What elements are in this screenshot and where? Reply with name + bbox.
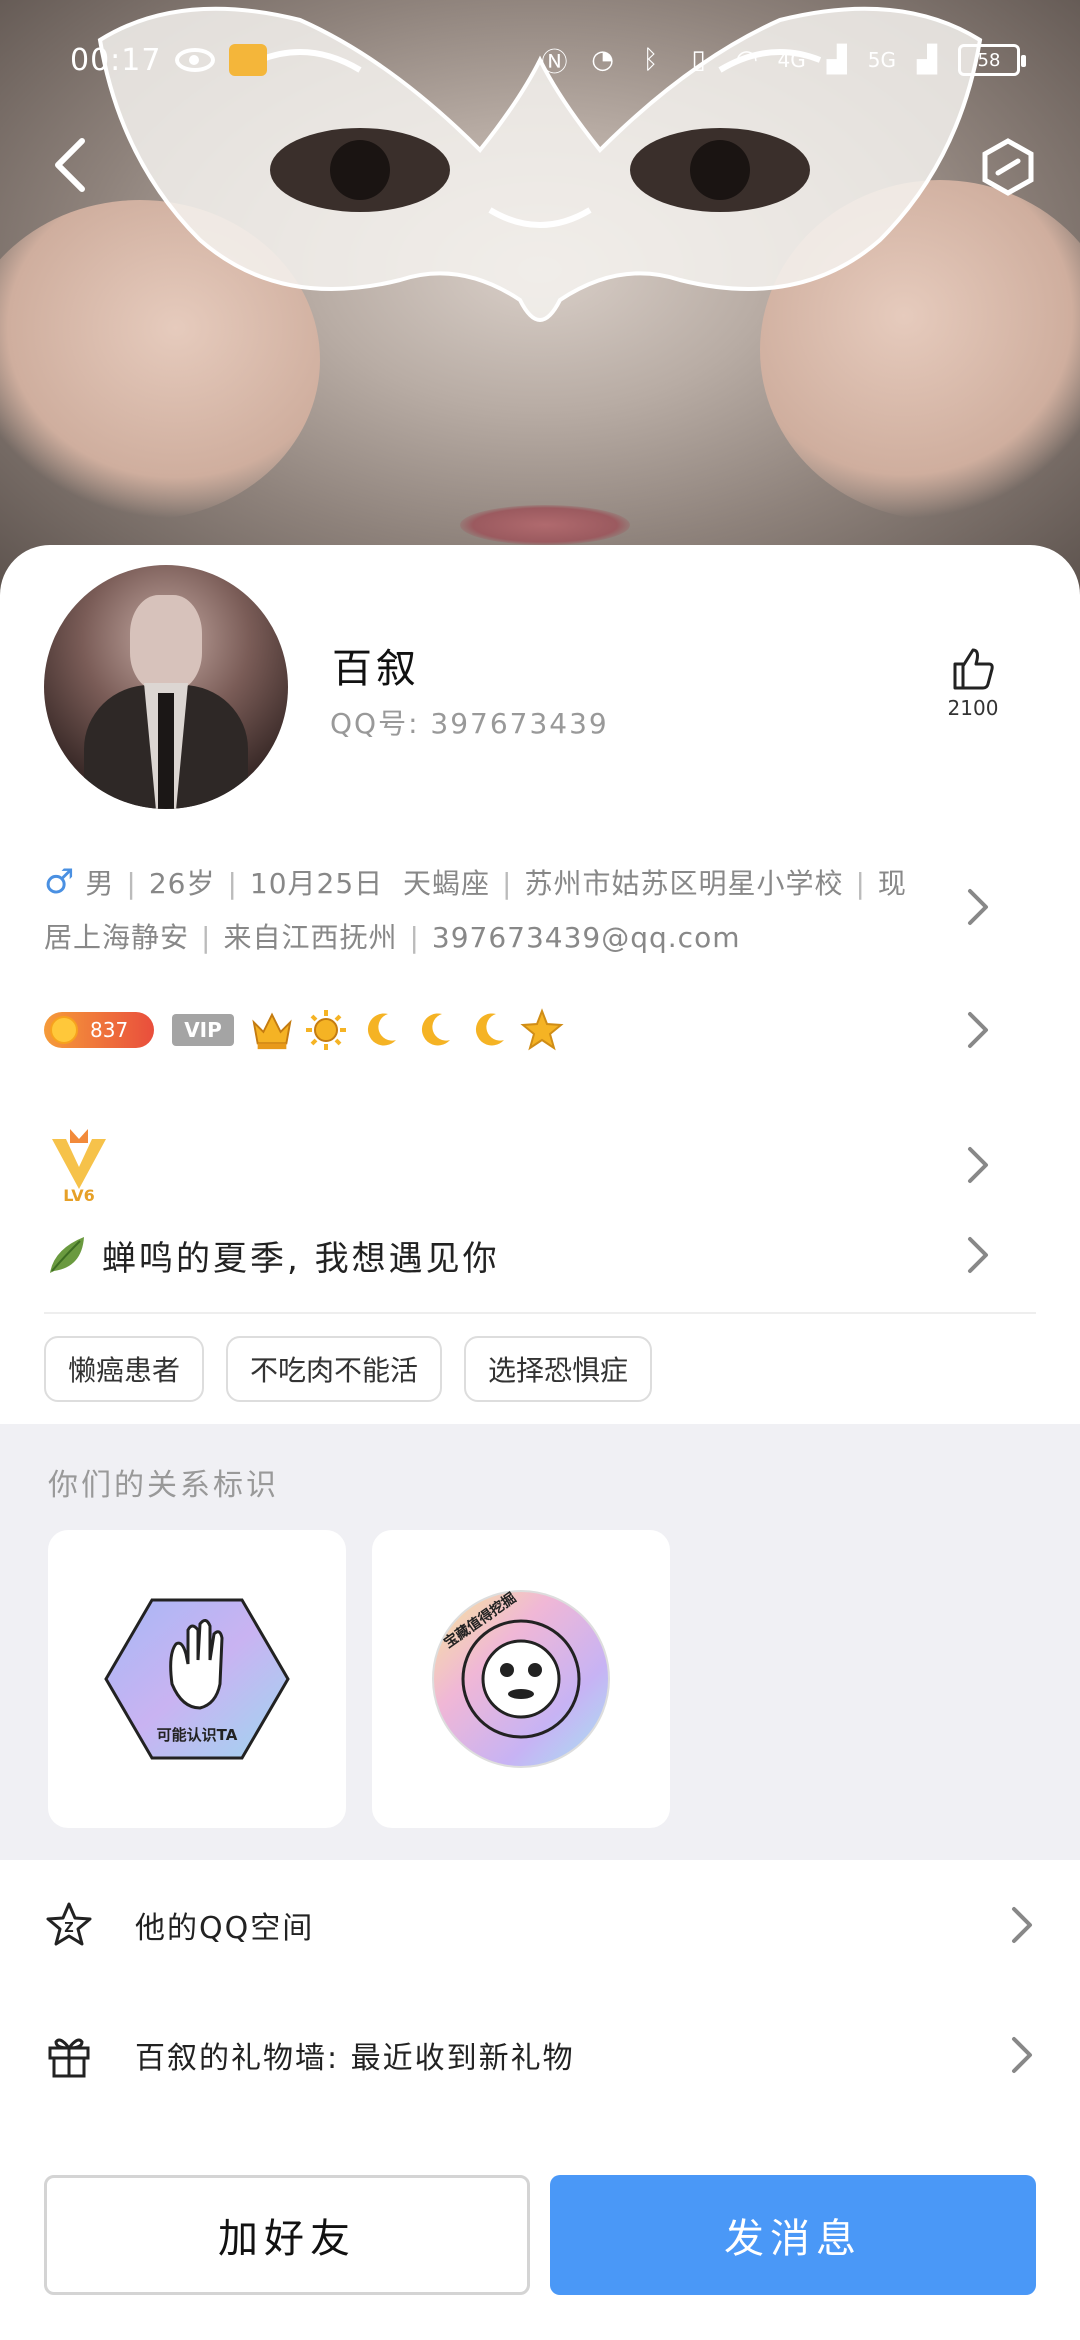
treasure-face-badge-icon: 宝藏值得挖掘 [432,1589,610,1768]
tag-chip[interactable]: 不吃肉不能活 [226,1336,443,1402]
gift-icon [48,2038,90,2078]
thumbs-up-icon [953,648,994,690]
coin-icon [50,1016,78,1044]
gift-wall-label: 百叙的礼物墙: 最近收到新礼物 [135,2041,575,2076]
profile-name: 百叙 [332,646,420,692]
sun-icon [304,1008,348,1052]
avatar-tie [158,693,174,809]
signature-text: 蝉鸣的夏季, 我想遇见你 [102,1238,500,1279]
profile-info-row[interactable]: ♂ 男 | 26岁 | 10月25日 天蝎座 | 苏州市姑苏区明星小学校 | 现居上海静安 | 来自… [44,855,1036,965]
signal-icon: ▟ [917,45,937,75]
add-friend-button[interactable]: 加好友 [44,2175,530,2295]
level-value: 837 [90,1018,129,1042]
qzone-label: 他的QQ空间 [135,1911,315,1946]
chevron-right-icon [1008,2035,1036,2075]
relationship-badge-card[interactable]: 可能认识TA [48,1530,346,1828]
level-v-row[interactable]: LV6 [44,1120,1036,1210]
relationship-badge-label: 可能认识TA [157,1726,238,1744]
info-gender: 男 [85,867,115,900]
moon-icon [358,1008,402,1052]
alarm-icon: ◔ [591,45,614,75]
divider [44,1312,1036,1314]
moon-icon [466,1008,510,1052]
info-zodiac: 天蝎座 [403,867,491,900]
wave-hand-badge-icon: 可能认识TA [104,1598,290,1760]
send-message-button[interactable]: 发消息 [550,2175,1036,2295]
network-5g-label: 5G [867,48,896,72]
battery-icon: 58 [958,44,1026,76]
svg-text:Z: Z [64,1921,73,1936]
relationship-title: 你们的关系标识 [48,1468,279,1503]
qzone-row[interactable]: Z 他的QQ空间 [0,1860,1080,1990]
info-birthday: 10月25日 [249,867,384,900]
status-bar: 00:17 Ⓝ ◔ ᛒ ▯ ◠ 4G ▟ 5G ▟ 58 [0,0,1080,120]
v-level-label: LV6 [63,1186,95,1205]
signature-row[interactable]: 蝉鸣的夏季, 我想遇见你 [44,1225,1036,1285]
badges-row[interactable]: 837 VIP [44,1000,1036,1060]
back-button[interactable] [40,130,100,200]
relationship-badge-card[interactable]: 宝藏值得挖掘 [372,1530,670,1828]
back-arrow-icon [55,138,85,192]
gift-wall-row[interactable]: 百叙的礼物墙: 最近收到新礼物 [0,1990,1080,2120]
avatar[interactable] [44,565,288,809]
info-age: 26岁 [148,867,216,900]
tag-chip[interactable]: 懒癌患者 [44,1336,205,1402]
vibrate-icon: ▯ [691,45,706,75]
eye-icon [175,48,216,72]
signal-icon: ▟ [826,45,847,75]
wifi-icon: ◠ [735,45,758,75]
chevron-right-icon [964,1010,992,1050]
qq-number: QQ号: 39767343​9 [330,707,609,740]
cover-lips [460,505,630,545]
like-count: 2100 [947,696,999,720]
status-time: 00:17 [70,42,162,78]
network-4g-label: 4G [777,48,806,72]
vip-badge: VIP [172,1014,234,1046]
tag-chip[interactable]: 选择恐惧症 [464,1336,653,1402]
crown-icon [250,1008,294,1052]
chevron-right-icon [964,887,992,927]
chevron-right-icon [964,1235,992,1275]
more-options-button[interactable] [976,135,1040,199]
tags-row: 懒癌患者 不吃肉不能活 选择恐惧症 [44,1336,1036,1402]
like-button[interactable]: 2100 [938,644,1008,720]
profile-info-text: ♂ 男 | 26岁 | 10月25日 天蝎座 | 苏州市姑苏区明星小学校 | 现居上海静安 | 来自… [44,862,907,954]
v-level-icon: LV6 [52,1129,106,1205]
chevron-right-icon [1008,1905,1036,1945]
avatar-face [130,595,202,691]
chevron-right-icon [964,1145,992,1185]
info-hometown: 来自江西抚州 [223,921,398,954]
star-icon [520,1008,564,1052]
bluetooth-icon: ᛒ [642,45,659,75]
mail-notification-icon [229,44,268,76]
info-email: 397673439@qq.com [431,921,741,954]
info-school: 苏州市姑苏区明星小学校 [524,867,844,900]
nfc-icon: Ⓝ [541,47,568,78]
male-icon: ♂ [44,862,76,902]
moon-icon [412,1008,456,1052]
leaf-icon [50,1237,84,1273]
level-badge: 837 [44,1012,154,1048]
hexagon-edit-icon [982,138,1034,196]
qzone-star-icon: Z [46,1902,92,1946]
